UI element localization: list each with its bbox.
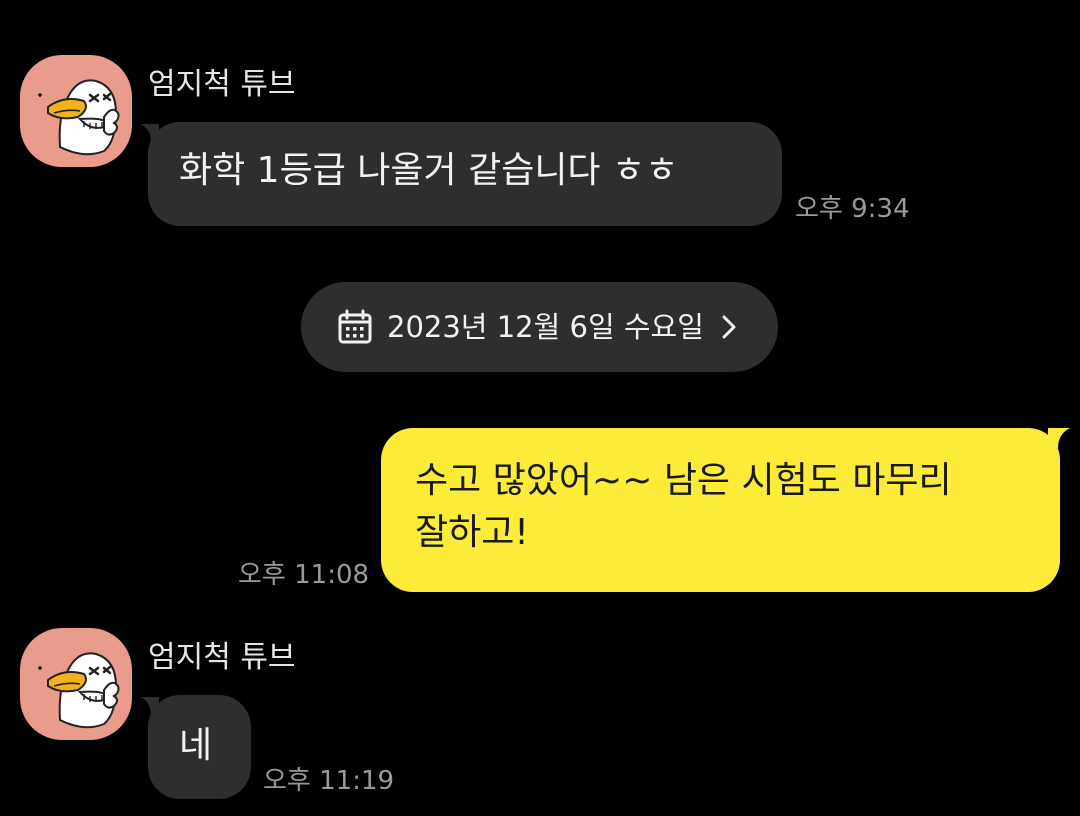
bubble-tail — [1048, 428, 1070, 448]
incoming-message-bubble[interactable]: 화학 1등급 나올거 같습니다 ㅎㅎ — [148, 122, 782, 226]
date-divider-button[interactable]: 2023년 12월 6일 수요일 — [301, 282, 778, 372]
message-timestamp: 오후 11:08 — [238, 560, 370, 590]
date-label: 2023년 12월 6일 수요일 — [387, 310, 704, 344]
chevron-right-icon — [722, 315, 736, 339]
message-text: 화학 1등급 나올거 같습니다 ㅎㅎ — [179, 150, 679, 191]
tube-duck-avatar-icon — [38, 652, 120, 729]
message-timestamp: 오후 9:34 — [795, 194, 910, 224]
outgoing-message-bubble[interactable]: 수고 많았어~~ 남은 시험도 마무리 잘하고! — [381, 428, 1060, 592]
message-timestamp: 오후 11:19 — [263, 766, 395, 796]
message-text-line: 수고 많았어~~ 남은 시험도 마무리 — [415, 460, 952, 501]
sender-name: 엄지척 튜브 — [148, 640, 296, 675]
chat-screen: 엄지척 튜브 화학 1등급 나올거 같습니다 ㅎㅎ 오후 9:34 2023년 … — [0, 0, 1080, 816]
sender-avatar[interactable] — [20, 55, 132, 167]
message-text-line: 잘하고! — [415, 512, 529, 553]
tube-duck-avatar-icon — [38, 79, 120, 156]
sender-name: 엄지척 튜브 — [148, 67, 296, 102]
calendar-icon — [338, 309, 372, 344]
message-text: 네 — [179, 725, 213, 766]
incoming-message-bubble[interactable]: 네 — [148, 695, 251, 799]
sender-avatar[interactable] — [20, 628, 132, 740]
